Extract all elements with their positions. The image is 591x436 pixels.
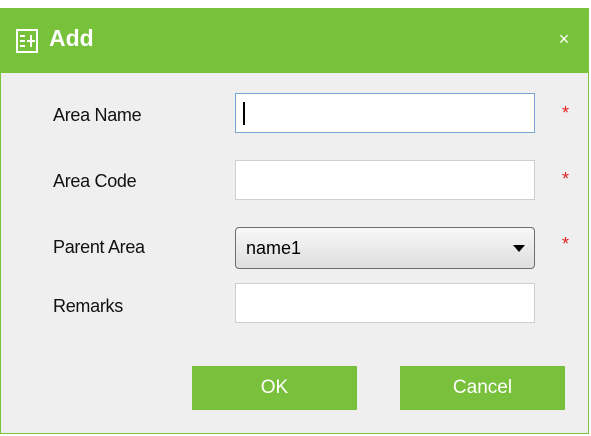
- area-name-input[interactable]: [235, 93, 535, 133]
- parent-area-required-mark: *: [562, 234, 570, 254]
- dialog-title: Add: [49, 25, 94, 51]
- ok-button[interactable]: OK: [192, 366, 357, 410]
- dialog-titlebar[interactable]: Add ×: [1, 9, 588, 73]
- cancel-button[interactable]: Cancel: [400, 366, 565, 410]
- area-code-label: Area Code: [53, 171, 137, 191]
- parent-area-select[interactable]: name1: [235, 227, 535, 269]
- area-name-required-mark: *: [562, 103, 570, 123]
- remarks-input[interactable]: [235, 283, 535, 323]
- chevron-down-icon: [513, 245, 525, 252]
- area-code-required-mark: *: [562, 169, 570, 189]
- add-dialog: Add × Area Name * Area Code * Parent Are…: [0, 8, 589, 434]
- parent-area-label: Parent Area: [53, 237, 145, 257]
- area-name-label: Area Name: [53, 105, 142, 125]
- text-caret: [243, 102, 245, 125]
- parent-area-selected-value: name1: [246, 238, 302, 258]
- close-icon[interactable]: ×: [554, 29, 574, 49]
- remarks-label: Remarks: [53, 296, 123, 316]
- add-form-icon: [16, 29, 38, 53]
- area-code-input[interactable]: [235, 160, 535, 200]
